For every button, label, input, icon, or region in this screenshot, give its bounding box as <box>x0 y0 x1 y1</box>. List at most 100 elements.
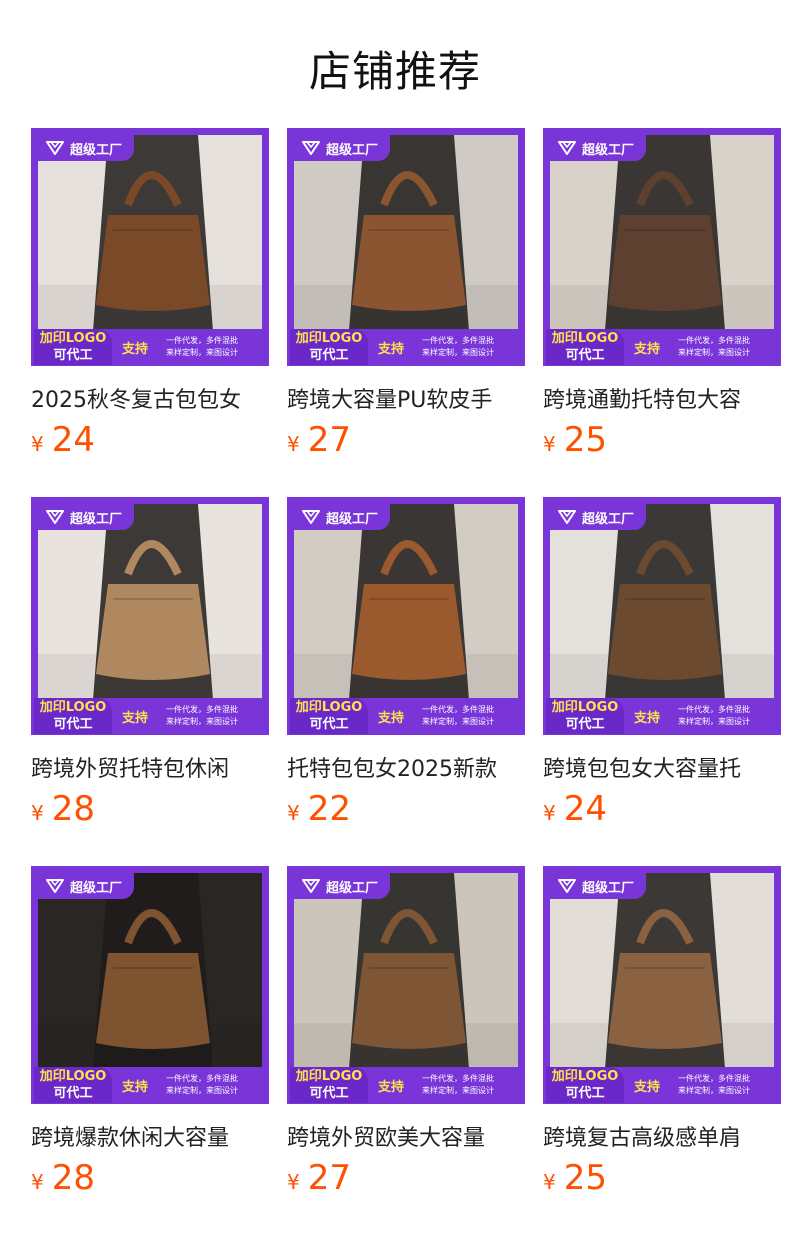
product-photo <box>550 873 774 1069</box>
product-thumbnail[interactable]: 超级工厂 加印LOGO 可代工 支持 一件代发，多件混批 来样定制，来图设计 <box>287 866 525 1104</box>
currency-symbol: ¥ <box>287 801 300 825</box>
currency-symbol: ¥ <box>31 432 44 456</box>
service-lines: 一件代发，多件混批 来样定制，来图设计 <box>422 335 522 359</box>
factory-label: 超级工厂 <box>326 511 379 527</box>
product-photo <box>38 135 262 331</box>
currency-symbol: ¥ <box>31 1170 44 1194</box>
logo-line-2: 可代工 <box>309 1086 349 1101</box>
logo-line-1: 加印LOGO <box>551 1069 619 1084</box>
service-line-2: 来样定制，来图设计 <box>422 1086 494 1095</box>
product-price: ¥ 27 <box>287 420 525 460</box>
product-price: ¥ 24 <box>543 789 781 829</box>
currency-symbol: ¥ <box>543 1170 556 1194</box>
service-line-1: 一件代发，多件混批 <box>422 705 494 714</box>
support-label: 支持 <box>122 342 149 357</box>
product-name[interactable]: 跨境外贸欧美大容量 <box>287 1120 525 1152</box>
product-name[interactable]: 2025秋冬复古包包女 <box>31 382 269 414</box>
product-card[interactable]: 超级工厂 加印LOGO 可代工 支持 一件代发，多件混批 来样定制，来图设计 跨… <box>31 866 269 1198</box>
price-value: 27 <box>307 1158 351 1198</box>
product-card[interactable]: 超级工厂 加印LOGO 可代工 支持 一件代发，多件混批 来样定制，来图设计 2… <box>31 128 269 460</box>
service-lines: 一件代发，多件混批 来样定制，来图设计 <box>166 1073 266 1097</box>
factory-label: 超级工厂 <box>326 880 379 896</box>
service-lines: 一件代发，多件混批 来样定制，来图设计 <box>678 335 778 359</box>
logo-line-2: 可代工 <box>309 348 349 363</box>
support-label: 支持 <box>634 342 661 357</box>
logo-print-badge: 加印LOGO 可代工 <box>34 329 112 365</box>
currency-symbol: ¥ <box>31 801 44 825</box>
product-name[interactable]: 跨境外贸托特包休闲 <box>31 751 269 783</box>
support-label: 支持 <box>378 711 405 726</box>
product-card[interactable]: 超级工厂 加印LOGO 可代工 支持 一件代发，多件混批 来样定制，来图设计 跨… <box>543 497 781 829</box>
product-thumbnail[interactable]: 超级工厂 加印LOGO 可代工 支持 一件代发，多件混批 来样定制，来图设计 <box>31 128 269 366</box>
promo-strip: 加印LOGO 可代工 支持 一件代发，多件混批 来样定制，来图设计 <box>544 698 780 734</box>
promo-strip: 加印LOGO 可代工 支持 一件代发，多件混批 来样定制，来图设计 <box>288 1067 524 1103</box>
factory-badge: 超级工厂 <box>294 135 391 161</box>
product-name[interactable]: 跨境复古高级感单肩 <box>543 1120 781 1152</box>
logo-print-badge: 加印LOGO 可代工 <box>290 698 368 734</box>
product-name[interactable]: 跨境通勤托特包大容 <box>543 382 781 414</box>
diamond-icon <box>558 879 576 893</box>
product-name[interactable]: 跨境大容量PU软皮手 <box>287 382 525 414</box>
currency-symbol: ¥ <box>287 1170 300 1194</box>
price-value: 28 <box>51 789 95 829</box>
currency-symbol: ¥ <box>543 801 556 825</box>
product-price: ¥ 24 <box>31 420 269 460</box>
product-card[interactable]: 超级工厂 加印LOGO 可代工 支持 一件代发，多件混批 来样定制，来图设计 跨… <box>543 128 781 460</box>
logo-line-2: 可代工 <box>309 717 349 732</box>
support-label: 支持 <box>634 711 661 726</box>
logo-line-1: 加印LOGO <box>295 700 363 715</box>
logo-line-2: 可代工 <box>53 1086 93 1101</box>
promo-strip: 加印LOGO 可代工 支持 一件代发，多件混批 来样定制，来图设计 <box>288 698 524 734</box>
product-thumbnail[interactable]: 超级工厂 加印LOGO 可代工 支持 一件代发，多件混批 来样定制，来图设计 <box>543 497 781 735</box>
product-thumbnail[interactable]: 超级工厂 加印LOGO 可代工 支持 一件代发，多件混批 来样定制，来图设计 <box>543 128 781 366</box>
support-label: 支持 <box>378 342 405 357</box>
product-card[interactable]: 超级工厂 加印LOGO 可代工 支持 一件代发，多件混批 来样定制，来图设计 跨… <box>287 128 525 460</box>
service-line-2: 来样定制，来图设计 <box>166 1086 238 1095</box>
service-line-2: 来样定制，来图设计 <box>678 1086 750 1095</box>
product-card[interactable]: 超级工厂 加印LOGO 可代工 支持 一件代发，多件混批 来样定制，来图设计 跨… <box>31 497 269 829</box>
factory-label: 超级工厂 <box>582 142 635 158</box>
product-photo <box>550 504 774 700</box>
product-name[interactable]: 跨境包包女大容量托 <box>543 751 781 783</box>
bag-illustration <box>550 504 774 700</box>
logo-line-1: 加印LOGO <box>295 1069 363 1084</box>
product-photo <box>294 504 518 700</box>
product-price: ¥ 28 <box>31 789 269 829</box>
factory-badge: 超级工厂 <box>294 873 391 899</box>
support-label: 支持 <box>634 1080 661 1095</box>
service-line-1: 一件代发，多件混批 <box>678 705 750 714</box>
factory-label: 超级工厂 <box>70 511 123 527</box>
price-value: 28 <box>51 1158 95 1198</box>
product-thumbnail[interactable]: 超级工厂 加印LOGO 可代工 支持 一件代发，多件混批 来样定制，来图设计 <box>31 866 269 1104</box>
support-label: 支持 <box>122 711 149 726</box>
product-thumbnail[interactable]: 超级工厂 加印LOGO 可代工 支持 一件代发，多件混批 来样定制，来图设计 <box>543 866 781 1104</box>
product-thumbnail[interactable]: 超级工厂 加印LOGO 可代工 支持 一件代发，多件混批 来样定制，来图设计 <box>287 497 525 735</box>
logo-line-2: 可代工 <box>53 717 93 732</box>
product-thumbnail[interactable]: 超级工厂 加印LOGO 可代工 支持 一件代发，多件混批 来样定制，来图设计 <box>31 497 269 735</box>
logo-line-1: 加印LOGO <box>39 331 107 346</box>
product-price: ¥ 25 <box>543 1158 781 1198</box>
product-name[interactable]: 托特包包女2025新款 <box>287 751 525 783</box>
factory-badge: 超级工厂 <box>38 504 135 530</box>
logo-line-1: 加印LOGO <box>39 700 107 715</box>
factory-badge: 超级工厂 <box>550 135 647 161</box>
diamond-icon <box>558 510 576 524</box>
logo-line-1: 加印LOGO <box>39 1069 107 1084</box>
product-card[interactable]: 超级工厂 加印LOGO 可代工 支持 一件代发，多件混批 来样定制，来图设计 跨… <box>287 866 525 1198</box>
product-card[interactable]: 超级工厂 加印LOGO 可代工 支持 一件代发，多件混批 来样定制，来图设计 跨… <box>543 866 781 1198</box>
logo-print-badge: 加印LOGO 可代工 <box>290 329 368 365</box>
product-thumbnail[interactable]: 超级工厂 加印LOGO 可代工 支持 一件代发，多件混批 来样定制，来图设计 <box>287 128 525 366</box>
product-name[interactable]: 跨境爆款休闲大容量 <box>31 1120 269 1152</box>
diamond-icon <box>302 510 320 524</box>
factory-label: 超级工厂 <box>70 142 123 158</box>
logo-line-1: 加印LOGO <box>295 331 363 346</box>
bag-illustration <box>294 873 518 1069</box>
service-line-1: 一件代发，多件混批 <box>678 336 750 345</box>
product-photo <box>38 504 262 700</box>
factory-badge: 超级工厂 <box>550 873 647 899</box>
product-card[interactable]: 超级工厂 加印LOGO 可代工 支持 一件代发，多件混批 来样定制，来图设计 托… <box>287 497 525 829</box>
currency-symbol: ¥ <box>543 432 556 456</box>
factory-badge: 超级工厂 <box>38 873 135 899</box>
product-price: ¥ 25 <box>543 420 781 460</box>
bag-illustration <box>38 135 262 331</box>
